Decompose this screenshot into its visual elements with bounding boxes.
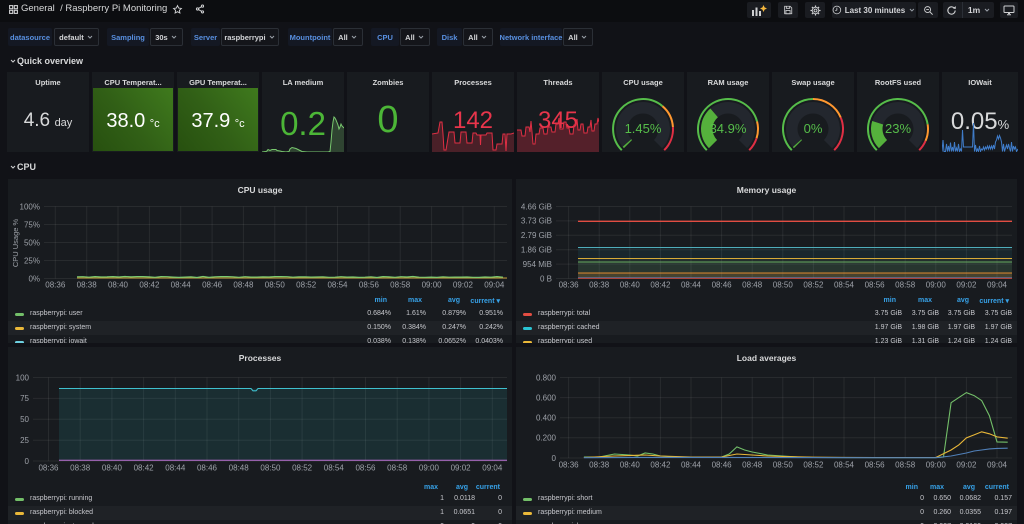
svg-text:08:42: 08:42	[650, 461, 671, 470]
svg-text:0.400: 0.400	[536, 414, 557, 423]
svg-text:08:40: 08:40	[620, 461, 641, 470]
svg-text:4.66 GiB: 4.66 GiB	[521, 202, 552, 211]
svg-text:08:36: 08:36	[45, 281, 66, 290]
svg-text:0 B: 0 B	[540, 274, 552, 283]
svg-text:08:54: 08:54	[834, 281, 855, 290]
svg-text:08:52: 08:52	[296, 281, 317, 290]
svg-text:08:38: 08:38	[70, 464, 91, 473]
svg-text:08:52: 08:52	[292, 464, 313, 473]
svg-text:09:04: 09:04	[987, 461, 1008, 470]
svg-text:0.200: 0.200	[536, 434, 557, 443]
svg-text:08:46: 08:46	[202, 281, 223, 290]
svg-text:3.73 GiB: 3.73 GiB	[521, 217, 552, 226]
svg-text:75: 75	[20, 394, 29, 403]
svg-text:08:38: 08:38	[589, 281, 610, 290]
svg-text:75%: 75%	[24, 220, 40, 229]
svg-text:08:40: 08:40	[108, 281, 129, 290]
svg-text:08:54: 08:54	[327, 281, 348, 290]
svg-text:09:04: 09:04	[484, 281, 505, 290]
svg-text:08:50: 08:50	[260, 464, 281, 473]
svg-text:09:00: 09:00	[926, 281, 947, 290]
svg-text:09:04: 09:04	[482, 464, 503, 473]
svg-text:CPU Usage %: CPU Usage %	[11, 218, 20, 267]
svg-text:08:58: 08:58	[390, 281, 411, 290]
svg-text:08:46: 08:46	[712, 281, 733, 290]
svg-text:0%: 0%	[28, 274, 40, 283]
svg-text:08:54: 08:54	[834, 461, 855, 470]
svg-text:08:48: 08:48	[742, 461, 763, 470]
svg-text:08:58: 08:58	[387, 464, 408, 473]
svg-text:100%: 100%	[20, 202, 40, 211]
svg-text:08:58: 08:58	[895, 461, 916, 470]
svg-text:09:02: 09:02	[451, 464, 472, 473]
svg-text:09:04: 09:04	[987, 281, 1008, 290]
svg-text:09:02: 09:02	[956, 281, 977, 290]
svg-text:08:46: 08:46	[712, 461, 733, 470]
svg-text:08:50: 08:50	[265, 281, 286, 290]
svg-text:08:54: 08:54	[324, 464, 345, 473]
svg-text:25: 25	[20, 436, 29, 445]
svg-text:08:42: 08:42	[139, 281, 160, 290]
svg-text:08:56: 08:56	[865, 461, 886, 470]
svg-text:08:42: 08:42	[134, 464, 155, 473]
svg-text:50%: 50%	[24, 238, 40, 247]
svg-text:08:44: 08:44	[681, 281, 702, 290]
svg-text:50: 50	[20, 415, 29, 424]
svg-text:08:44: 08:44	[165, 464, 186, 473]
svg-text:09:00: 09:00	[926, 461, 947, 470]
svg-text:0: 0	[552, 454, 557, 463]
svg-text:08:38: 08:38	[77, 281, 98, 290]
svg-text:08:48: 08:48	[233, 281, 254, 290]
svg-text:100: 100	[16, 373, 30, 382]
svg-text:2.79 GiB: 2.79 GiB	[521, 231, 552, 240]
svg-text:08:58: 08:58	[895, 281, 916, 290]
svg-text:08:46: 08:46	[197, 464, 218, 473]
svg-text:08:48: 08:48	[742, 281, 763, 290]
svg-text:25%: 25%	[24, 256, 40, 265]
svg-text:0: 0	[25, 457, 30, 466]
svg-text:08:36: 08:36	[38, 464, 59, 473]
svg-text:08:50: 08:50	[773, 461, 794, 470]
svg-text:954 MiB: 954 MiB	[523, 260, 552, 269]
svg-text:08:52: 08:52	[803, 461, 824, 470]
svg-text:09:00: 09:00	[422, 281, 443, 290]
svg-text:08:56: 08:56	[865, 281, 886, 290]
svg-text:08:40: 08:40	[102, 464, 123, 473]
svg-text:08:48: 08:48	[229, 464, 250, 473]
svg-text:0.800: 0.800	[536, 373, 557, 382]
svg-text:09:00: 09:00	[419, 464, 440, 473]
svg-text:08:44: 08:44	[681, 461, 702, 470]
svg-text:08:38: 08:38	[589, 461, 610, 470]
svg-text:08:56: 08:56	[355, 464, 376, 473]
svg-text:08:56: 08:56	[359, 281, 380, 290]
svg-text:09:02: 09:02	[956, 461, 977, 470]
svg-text:08:42: 08:42	[650, 281, 671, 290]
svg-text:08:36: 08:36	[559, 461, 580, 470]
svg-text:09:02: 09:02	[453, 281, 474, 290]
svg-text:0.600: 0.600	[536, 393, 557, 402]
svg-text:08:52: 08:52	[803, 281, 824, 290]
svg-text:08:50: 08:50	[773, 281, 794, 290]
svg-text:1.86 GiB: 1.86 GiB	[521, 246, 552, 255]
svg-text:08:36: 08:36	[559, 281, 580, 290]
svg-text:08:40: 08:40	[620, 281, 641, 290]
svg-text:08:44: 08:44	[171, 281, 192, 290]
